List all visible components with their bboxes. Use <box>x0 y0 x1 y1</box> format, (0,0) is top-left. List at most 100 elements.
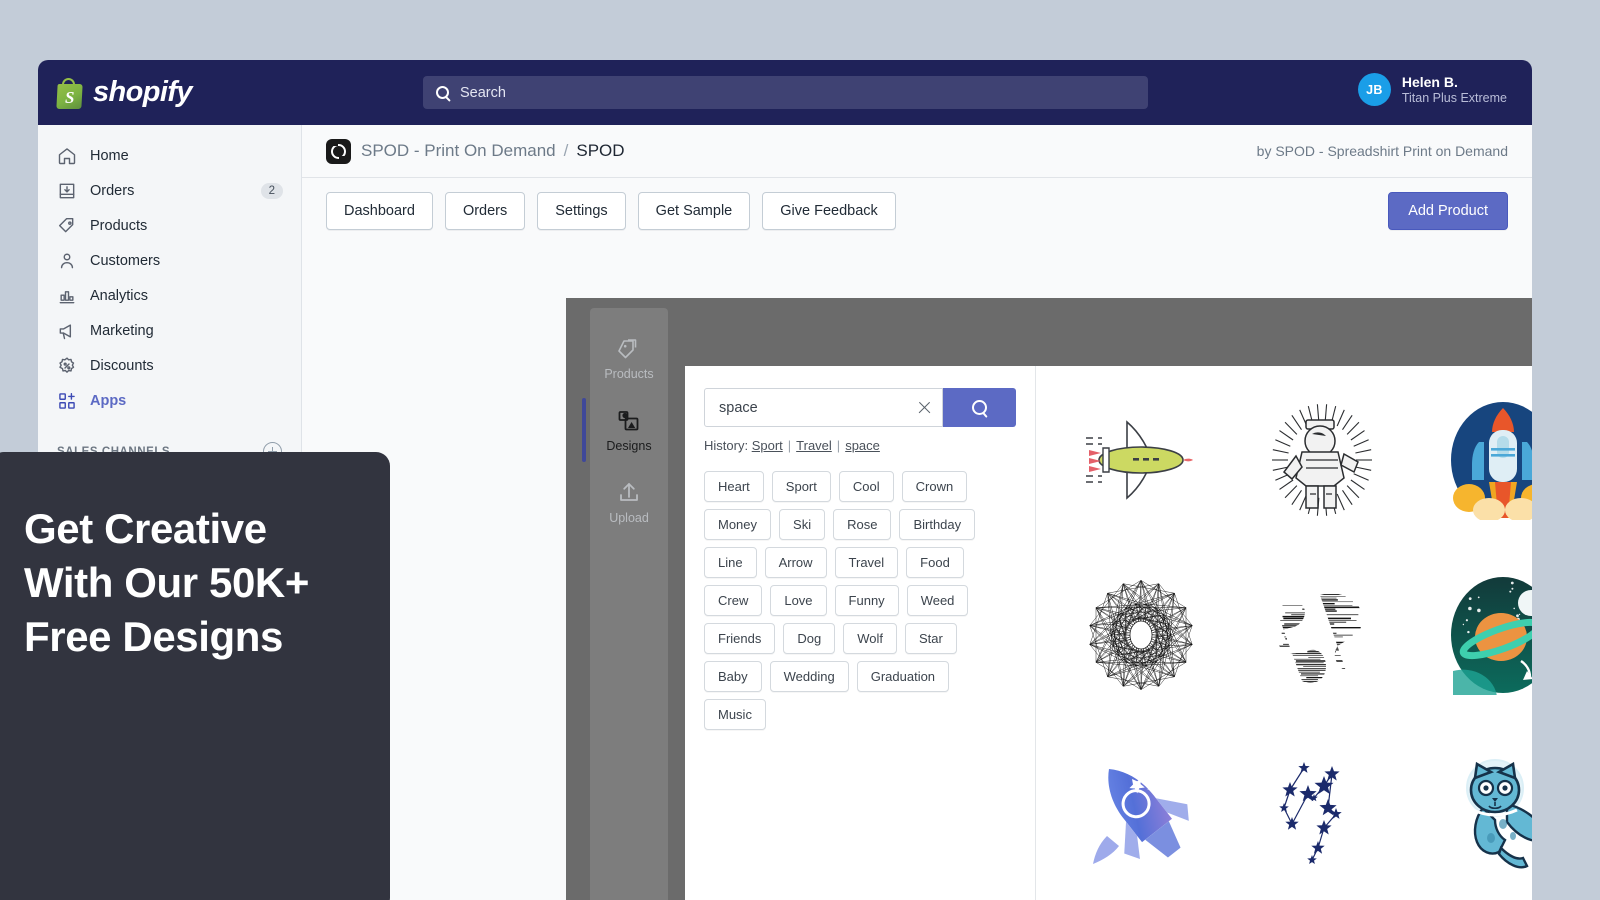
tag-chip-list: Heart Sport Cool Crown Money Ski Rose Bi… <box>704 471 1004 730</box>
sidebar-item-apps[interactable]: Apps <box>47 384 292 417</box>
picker-tab-label: Products <box>604 367 653 381</box>
picker-tab-rail: Products Designs Upload <box>590 308 668 900</box>
tag-chip[interactable]: Travel <box>835 547 899 578</box>
history-separator: | <box>837 438 840 453</box>
design-result-scribbled-globe[interactable] <box>1231 547 1412 722</box>
picker-tab-designs[interactable]: Designs <box>590 394 668 466</box>
app-action-get-sample-button[interactable]: Get Sample <box>638 192 751 230</box>
upload-icon <box>616 480 642 506</box>
tag-chip[interactable]: Rose <box>833 509 891 540</box>
tag-chip[interactable]: Star <box>905 623 957 654</box>
spod-app-icon <box>326 139 351 164</box>
picker-tab-products[interactable]: Products <box>590 322 668 394</box>
history-link[interactable]: Travel <box>796 438 832 453</box>
sidebar-item-discounts[interactable]: Discounts <box>47 349 292 382</box>
global-search-input[interactable]: Search <box>423 76 1148 109</box>
sidebar-item-customers[interactable]: Customers <box>47 244 292 277</box>
app-action-settings-button[interactable]: Settings <box>537 192 625 230</box>
design-result-saturn-planet-badge[interactable] <box>1413 547 1533 722</box>
global-search-placeholder: Search <box>460 85 506 101</box>
tag-chip[interactable]: Sport <box>772 471 831 502</box>
app-action-give-feedback-button[interactable]: Give Feedback <box>762 192 896 230</box>
sidebar-item-marketing[interactable]: Marketing <box>47 314 292 347</box>
design-search-input[interactable]: space <box>704 388 943 427</box>
design-result-space-cat[interactable] <box>1413 722 1533 897</box>
design-search-value: space <box>719 400 917 416</box>
home-icon <box>57 146 77 166</box>
tag-chip[interactable]: Crown <box>902 471 968 502</box>
add-product-button[interactable]: Add Product <box>1388 192 1508 230</box>
search-icon <box>436 86 449 99</box>
tag-chip[interactable]: Money <box>704 509 771 540</box>
search-icon <box>972 400 987 415</box>
tag-chip[interactable]: Heart <box>704 471 764 502</box>
tag-chip[interactable]: Weed <box>907 585 969 616</box>
avatar: JB <box>1358 73 1391 106</box>
design-result-geometric-star-lines[interactable] <box>1050 547 1231 722</box>
sidebar-item-home[interactable]: Home <box>47 139 292 172</box>
tag-chip[interactable]: Arrow <box>765 547 827 578</box>
tag-chip[interactable]: Funny <box>835 585 899 616</box>
tag-chip[interactable]: Friends <box>704 623 775 654</box>
tag-chip[interactable]: Ski <box>779 509 825 540</box>
design-result-astronaut-engraving[interactable] <box>1231 372 1412 547</box>
sidebar-item-label: Orders <box>90 183 134 199</box>
sidebar-badge: 2 <box>261 183 283 199</box>
promo-headline: Get Creative With Our 50K+ Free Designs <box>24 502 356 663</box>
history-label: History: <box>704 438 748 453</box>
sidebar-item-label: Apps <box>90 393 126 409</box>
tag-chip[interactable]: Birthday <box>899 509 975 540</box>
design-search-row: space <box>704 388 1016 427</box>
discounts-icon <box>57 356 77 376</box>
tag-chip[interactable]: Food <box>906 547 964 578</box>
tag-chip[interactable]: Line <box>704 547 757 578</box>
products-icon <box>57 216 77 236</box>
account-store-name: Titan Plus Extreme <box>1402 91 1507 105</box>
design-picker-modal: space History: Sport|Travel|space He <box>685 366 1532 900</box>
sidebar-item-label: Analytics <box>90 288 148 304</box>
design-results-grid <box>1036 366 1532 900</box>
tag-chip[interactable]: Cool <box>839 471 894 502</box>
tag-chip[interactable]: Baby <box>704 661 762 692</box>
screen: S shopify Search JB Helen B. Titan Plus … <box>0 0 1600 900</box>
breadcrumb-app-link[interactable]: SPOD - Print On Demand <box>361 141 556 161</box>
tag-chip[interactable]: Wolf <box>843 623 897 654</box>
apps-icon <box>57 391 77 411</box>
design-result-space-shuttle-sketch[interactable] <box>1050 372 1231 547</box>
design-result-constellation-stars[interactable] <box>1231 722 1412 897</box>
app-action-dashboard-button[interactable]: Dashboard <box>326 192 433 230</box>
design-result-rocket-launch-badge[interactable] <box>1413 372 1533 547</box>
sidebar-item-label: Products <box>90 218 147 234</box>
picker-tab-upload[interactable]: Upload <box>590 466 668 538</box>
tag-chip[interactable]: Dog <box>783 623 835 654</box>
sidebar-item-label: Home <box>90 148 129 164</box>
tag-chip[interactable]: Love <box>770 585 826 616</box>
account-menu[interactable]: JB Helen B. Titan Plus Extreme <box>1358 73 1507 106</box>
analytics-icon <box>57 286 77 306</box>
tag-chip[interactable]: Wedding <box>770 661 849 692</box>
orders-icon <box>57 181 77 201</box>
history-link[interactable]: Sport <box>752 438 783 453</box>
shopify-logo[interactable]: S shopify <box>55 76 192 109</box>
sidebar-item-label: Marketing <box>90 323 154 339</box>
design-result-watercolor-rocket[interactable] <box>1050 722 1231 897</box>
tag-chip[interactable]: Music <box>704 699 766 730</box>
sidebar-item-products[interactable]: Products <box>47 209 292 242</box>
sidebar-item-orders[interactable]: Orders 2 <box>47 174 292 207</box>
sidebar-item-label: Customers <box>90 253 160 269</box>
tag-chip[interactable]: Graduation <box>857 661 949 692</box>
shopify-bag-icon: S <box>55 77 84 109</box>
marketing-icon <box>57 321 77 341</box>
promo-overlay: Get Creative With Our 50K+ Free Designs <box>0 452 390 900</box>
app-action-orders-button[interactable]: Orders <box>445 192 525 230</box>
tag-chip[interactable]: Crew <box>704 585 762 616</box>
sidebar-item-label: Discounts <box>90 358 154 374</box>
history-link[interactable]: space <box>845 438 880 453</box>
search-submit-button[interactable] <box>943 388 1016 427</box>
picker-tab-label: Designs <box>606 439 651 453</box>
sidebar-item-analytics[interactable]: Analytics <box>47 279 292 312</box>
history-separator: | <box>788 438 791 453</box>
clear-x-icon[interactable] <box>917 400 932 415</box>
design-picker-overlay: Products Designs Upload space History: S… <box>566 298 1532 900</box>
picker-tab-label: Upload <box>609 511 649 525</box>
